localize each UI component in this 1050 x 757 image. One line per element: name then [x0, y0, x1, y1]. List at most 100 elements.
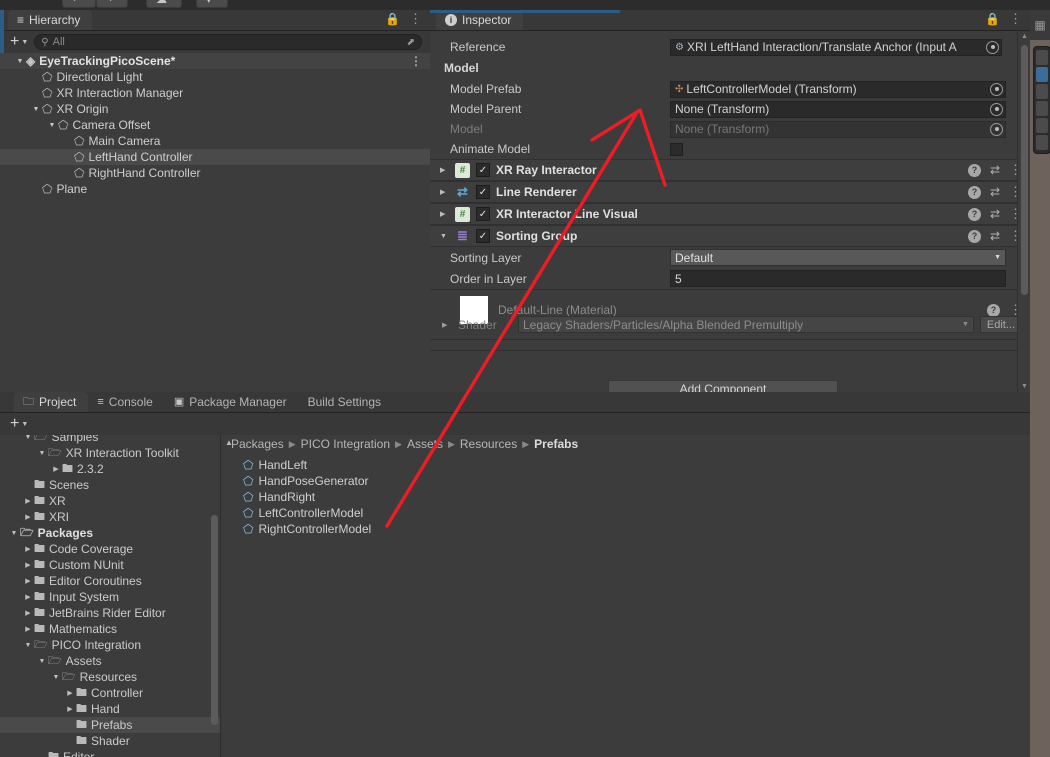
- component-header-sorting-group[interactable]: ▼ ≣ ✓ Sorting Group? ⇄ ⋮: [430, 225, 1030, 247]
- kebab-menu-icon[interactable]: ⋮: [409, 11, 422, 27]
- shader-edit-button[interactable]: Edit...: [979, 316, 1022, 333]
- twisty-down-icon[interactable]: ▼: [36, 658, 48, 665]
- preset-icon[interactable]: ⇄: [990, 163, 1000, 177]
- object-picker-icon[interactable]: [986, 40, 999, 54]
- project-tree-item-samples[interactable]: ▼ 🗁 Samples: [0, 435, 220, 445]
- asset-item-handposegenerator[interactable]: ⬠ HandPoseGenerator: [221, 473, 1030, 489]
- component-enabled-checkbox[interactable]: ✓: [476, 207, 490, 221]
- lock-icon[interactable]: 🔒: [385, 12, 400, 26]
- project-tree-item-scenes[interactable]: 🖿 Scenes: [0, 477, 220, 493]
- project-tree-item-mathematics[interactable]: ▶ 🖿 Mathematics: [0, 621, 220, 637]
- twisty-down-icon[interactable]: ▼: [46, 122, 58, 129]
- help-icon[interactable]: ?: [967, 229, 981, 243]
- component-enabled-checkbox[interactable]: ✓: [476, 163, 490, 177]
- hand-tool-button[interactable]: [1036, 50, 1048, 65]
- inspector-scroll-thumb[interactable]: [1021, 45, 1028, 295]
- twisty-right-icon[interactable]: ▶: [440, 188, 449, 196]
- help-icon[interactable]: ?: [967, 185, 981, 199]
- add-component-button[interactable]: Add Component: [608, 380, 838, 392]
- project-tree-item-2-3-2[interactable]: ▶ 🖿 2.3.2: [0, 461, 220, 477]
- hierarchy-item-xr-origin[interactable]: ▼ ⬠ XR Origin: [0, 101, 430, 117]
- project-tree-item-hand[interactable]: ▶ 🖿 Hand: [0, 701, 220, 717]
- scroll-down-arrow-icon[interactable]: ▼: [1021, 383, 1028, 390]
- project-tree-item-assets[interactable]: ▼ 🗁 Assets: [0, 653, 220, 669]
- project-folder-tree[interactable]: ▼ 🗁 Samples ▼ 🗁 XR Interaction Toolkit ▶ 🖿 2.3.2…: [0, 435, 220, 757]
- hierarchy-item-camera-offset[interactable]: ▼ ⬠ Camera Offset: [0, 117, 430, 133]
- twisty-down-icon[interactable]: ▼: [22, 435, 34, 441]
- breadcrumb-item[interactable]: Assets: [407, 437, 443, 451]
- twisty-down-icon[interactable]: ▼: [22, 642, 34, 649]
- order-in-layer-input[interactable]: 5: [670, 270, 1006, 287]
- kebab-menu-icon[interactable]: ⋮: [1009, 11, 1022, 27]
- component-header-xr-ray-interactor[interactable]: ▶ # ✓ XR Ray Interactor? ⇄ ⋮: [430, 159, 1030, 181]
- object-picker-icon[interactable]: [990, 82, 1003, 96]
- project-tree-item-resources[interactable]: ▼ 🗁 Resources: [0, 669, 220, 685]
- project-tree-item-packages[interactable]: ▼ 🗁 Packages: [0, 525, 220, 541]
- breadcrumb-item[interactable]: Resources: [460, 437, 517, 451]
- scroll-up-arrow-icon[interactable]: ▲: [225, 438, 233, 447]
- project-tree-item-jetbrains-rider-editor[interactable]: ▶ 🖿 JetBrains Rider Editor: [0, 605, 220, 621]
- move-tool-button[interactable]: [1036, 67, 1048, 82]
- twisty-down-icon[interactable]: ▼: [30, 106, 42, 113]
- tab-project[interactable]: 🗀 Project: [14, 392, 89, 412]
- reference-object-field[interactable]: ⚙ XRI LeftHand Interaction/Translate Anc…: [670, 38, 1002, 56]
- project-tree-item-xr-interaction-toolkit[interactable]: ▼ 🗁 XR Interaction Toolkit: [0, 445, 220, 461]
- breadcrumb-item[interactable]: PICO Integration: [301, 437, 390, 451]
- material-foldout-icon[interactable]: ▶: [438, 321, 452, 329]
- preset-icon[interactable]: ⇄: [990, 229, 1000, 243]
- transform-tool-button[interactable]: [1036, 135, 1048, 150]
- hierarchy-item-eyetrackingpicoscene[interactable]: ▼ ◈ EyeTrackingPicoScene* ⋮: [0, 53, 430, 69]
- project-tree-item-xr[interactable]: ▶ 🖿 XR: [0, 493, 220, 509]
- hierarchy-item-lefthand-controller[interactable]: ⬠ LeftHand Controller: [0, 149, 430, 165]
- hierarchy-item-main-camera[interactable]: ⬠ Main Camera: [0, 133, 430, 149]
- preset-icon[interactable]: ⇄: [990, 207, 1000, 221]
- project-tree-item-controller[interactable]: ▶ 🖿 Controller: [0, 685, 220, 701]
- twisty-right-icon[interactable]: ▶: [440, 166, 449, 174]
- project-tree-item-code-coverage[interactable]: ▶ 🖿 Code Coverage: [0, 541, 220, 557]
- component-header-xr-interactor-line-visual[interactable]: ▶ # ✓ XR Interactor Line Visual? ⇄ ⋮: [430, 203, 1030, 225]
- create-object-button[interactable]: + ▼: [10, 34, 28, 50]
- scroll-up-arrow-icon[interactable]: ▲: [1021, 33, 1028, 40]
- asset-item-handright[interactable]: ⬠ HandRight: [221, 489, 1030, 505]
- breadcrumb-item[interactable]: Packages: [231, 437, 284, 451]
- hierarchy-tree[interactable]: ▼ ◈ EyeTrackingPicoScene* ⋮ ⬠ Directional Lig…: [0, 53, 430, 413]
- breadcrumb-item[interactable]: Prefabs: [534, 437, 578, 451]
- project-asset-list[interactable]: ▲ Packages ▶ PICO Integration ▶ Assets ▶ Resou…: [220, 435, 1030, 757]
- model-parent-object-field[interactable]: None (Transform): [670, 100, 1006, 118]
- kebab-menu-icon[interactable]: ⋮: [410, 54, 422, 68]
- asset-rows[interactable]: ⬠ HandLeft ⬠ HandPoseGenerator ⬠ HandRight ⬠ Le…: [221, 457, 1030, 537]
- twisty-right-icon[interactable]: ▶: [22, 561, 34, 569]
- twisty-right-icon[interactable]: ▶: [22, 593, 34, 601]
- lock-icon[interactable]: 🔒: [985, 12, 1000, 26]
- tab-hierarchy[interactable]: ≡ Hierarchy: [8, 10, 93, 30]
- help-icon[interactable]: ?: [967, 207, 981, 221]
- twisty-down-icon[interactable]: ▼: [8, 530, 20, 537]
- twisty-right-icon[interactable]: ▶: [22, 609, 34, 617]
- sorting-layer-dropdown[interactable]: Default ▼: [670, 249, 1006, 266]
- asset-item-rightcontrollermodel[interactable]: ⬠ RightControllerModel: [221, 521, 1030, 537]
- twisty-down-icon[interactable]: ▼: [440, 233, 449, 240]
- twisty-right-icon[interactable]: ▶: [22, 513, 34, 521]
- hierarchy-search-input[interactable]: ⚲ All ⬈: [34, 34, 422, 50]
- twisty-right-icon[interactable]: ▶: [50, 465, 62, 473]
- hierarchy-item-xr-interaction-manager[interactable]: ⬠ XR Interaction Manager: [0, 85, 430, 101]
- toolbar-button-account[interactable]: [196, 0, 228, 8]
- component-header-line-renderer[interactable]: ▶ ⇄ ✓ Line Renderer? ⇄ ⋮: [430, 181, 1030, 203]
- twisty-right-icon[interactable]: ▶: [64, 705, 76, 713]
- project-tree-item-shader[interactable]: 🖿 Shader: [0, 733, 220, 749]
- model-prefab-object-field[interactable]: ✣ LeftControllerModel (Transform): [670, 80, 1006, 98]
- rect-tool-button[interactable]: [1036, 118, 1048, 133]
- help-icon[interactable]: ?: [967, 163, 981, 177]
- project-tree-item-prefabs[interactable]: 🖿 Prefabs: [0, 717, 220, 733]
- scene-view-panel[interactable]: ▦: [1030, 10, 1050, 757]
- model-object-field[interactable]: None (Transform): [670, 120, 1006, 138]
- animate-model-checkbox[interactable]: [670, 142, 683, 156]
- project-tree-item-custom-nunit[interactable]: ▶ 🖿 Custom NUnit: [0, 557, 220, 573]
- twisty-down-icon[interactable]: ▼: [14, 58, 26, 65]
- asset-item-handleft[interactable]: ⬠ HandLeft: [221, 457, 1030, 473]
- tab-console[interactable]: ≡ Console: [88, 392, 164, 412]
- object-picker-icon[interactable]: [990, 122, 1003, 136]
- help-icon[interactable]: ?: [987, 303, 1000, 317]
- hierarchy-item-directional-light[interactable]: ⬠ Directional Light: [0, 69, 430, 85]
- object-picker-icon[interactable]: [990, 102, 1003, 116]
